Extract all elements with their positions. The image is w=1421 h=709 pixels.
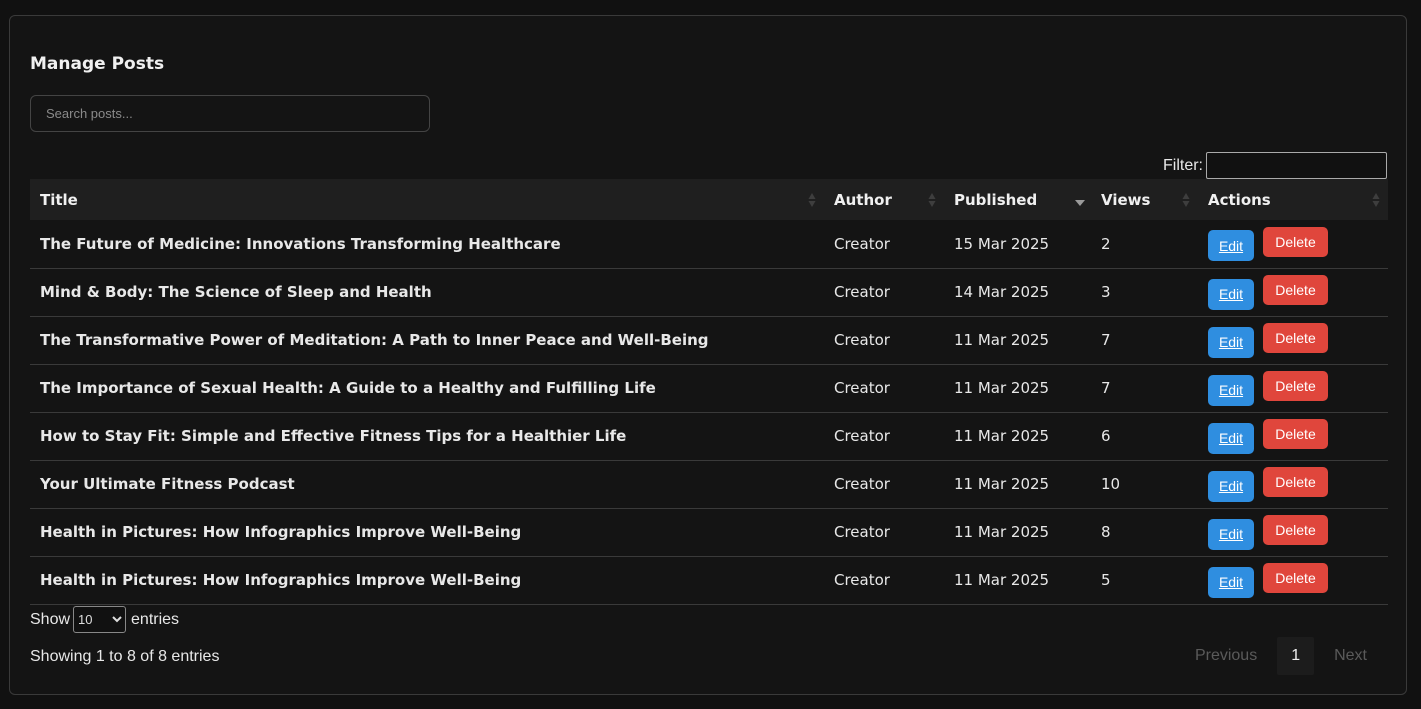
page-1-button[interactable]: 1 <box>1277 637 1315 675</box>
column-header-label: Author <box>834 190 892 209</box>
post-views: 10 <box>1101 475 1121 493</box>
column-header-author[interactable]: Author <box>824 179 944 220</box>
post-author: Creator <box>834 234 890 253</box>
show-label: Show <box>30 610 71 628</box>
entries-label: entries <box>131 610 180 628</box>
post-actions: Edit Delete <box>1198 556 1388 604</box>
sort-desc-icon <box>1075 192 1085 208</box>
post-actions: Edit Delete <box>1198 508 1388 556</box>
table-row: The Future of Medicine: Innovations Tran… <box>30 220 1388 268</box>
post-views: 5 <box>1101 571 1111 589</box>
post-actions: Edit Delete <box>1198 364 1388 412</box>
post-published: 11 Mar 2025 <box>954 427 1050 445</box>
column-header-actions[interactable]: Actions <box>1198 179 1388 220</box>
filter-label: Filter: <box>1163 156 1203 174</box>
delete-button[interactable]: Delete <box>1263 371 1328 401</box>
table-row: The Importance of Sexual Health: A Guide… <box>30 364 1388 412</box>
post-views: 2 <box>1101 234 1111 253</box>
post-published: 14 Mar 2025 <box>954 283 1050 301</box>
post-views: 8 <box>1101 523 1111 541</box>
filter-input[interactable] <box>1206 152 1387 179</box>
post-views: 7 <box>1101 379 1111 397</box>
post-title: Health in Pictures: How Infographics Imp… <box>40 523 522 541</box>
table-row: Mind & Body: The Science of Sleep and He… <box>30 268 1388 316</box>
table-header-row: Title Author Published Views Actions <box>30 179 1388 220</box>
post-published: 11 Mar 2025 <box>954 571 1050 589</box>
table-filter: Filter: <box>1163 152 1387 179</box>
delete-button[interactable]: Delete <box>1263 419 1328 449</box>
post-author: Creator <box>834 475 890 493</box>
sort-both-icon <box>1182 192 1190 208</box>
delete-button[interactable]: Delete <box>1263 467 1328 497</box>
next-page-button[interactable]: Next <box>1314 637 1387 675</box>
post-title: Your Ultimate Fitness Podcast <box>40 475 295 493</box>
post-title: Health in Pictures: How Infographics Imp… <box>40 571 522 589</box>
post-author: Creator <box>834 571 890 589</box>
delete-button[interactable]: Delete <box>1263 515 1328 545</box>
post-author: Creator <box>834 331 890 349</box>
post-views: 3 <box>1101 283 1111 301</box>
table-row: Health in Pictures: How Infographics Imp… <box>30 556 1388 604</box>
post-title: How to Stay Fit: Simple and Effective Fi… <box>40 427 627 445</box>
column-header-title[interactable]: Title <box>30 179 824 220</box>
post-title: Mind & Body: The Science of Sleep and He… <box>40 283 432 301</box>
post-author: Creator <box>834 379 890 397</box>
posts-table: Title Author Published Views Actions The… <box>30 179 1388 605</box>
edit-button[interactable]: Edit <box>1208 470 1254 502</box>
table-info: Showing 1 to 8 of 8 entries <box>30 648 220 665</box>
post-title: The Future of Medicine: Innovations Tran… <box>40 234 561 253</box>
manage-posts-panel: Manage Posts Filter: Title Author <box>9 15 1407 695</box>
pagination: Previous 1 Next <box>1175 637 1387 675</box>
post-title: The Importance of Sexual Health: A Guide… <box>40 379 656 397</box>
post-views: 7 <box>1101 331 1111 349</box>
sort-both-icon <box>928 192 936 208</box>
column-header-label: Views <box>1101 190 1151 209</box>
previous-page-button[interactable]: Previous <box>1175 637 1277 675</box>
column-header-label: Published <box>954 190 1038 209</box>
table-row: The Transformative Power of Meditation: … <box>30 316 1388 364</box>
delete-button[interactable]: Delete <box>1263 275 1328 305</box>
search-input[interactable] <box>30 95 430 132</box>
delete-button[interactable]: Delete <box>1263 226 1328 257</box>
post-actions: Edit Delete <box>1198 412 1388 460</box>
edit-button[interactable]: Edit <box>1208 326 1254 358</box>
post-published: 11 Mar 2025 <box>954 331 1050 349</box>
delete-button[interactable]: Delete <box>1263 323 1328 353</box>
post-actions: Edit Delete <box>1198 220 1388 268</box>
edit-button[interactable]: Edit <box>1208 374 1254 406</box>
edit-button[interactable]: Edit <box>1208 422 1254 454</box>
post-actions: Edit Delete <box>1198 460 1388 508</box>
edit-button[interactable]: Edit <box>1208 566 1254 598</box>
post-author: Creator <box>834 283 890 301</box>
post-author: Creator <box>834 427 890 445</box>
table-row: Health in Pictures: How Infographics Imp… <box>30 508 1388 556</box>
post-published: 11 Mar 2025 <box>954 379 1050 397</box>
post-title: The Transformative Power of Meditation: … <box>40 331 709 349</box>
delete-button[interactable]: Delete <box>1263 563 1328 593</box>
column-header-published[interactable]: Published <box>944 179 1091 220</box>
column-header-views[interactable]: Views <box>1091 179 1198 220</box>
edit-button[interactable]: Edit <box>1208 230 1254 262</box>
column-header-label: Actions <box>1208 190 1271 209</box>
post-published: 15 Mar 2025 <box>954 234 1050 253</box>
entries-length-control: Show 10 entries <box>30 606 179 633</box>
sort-both-icon <box>808 192 816 208</box>
post-published: 11 Mar 2025 <box>954 475 1050 493</box>
post-actions: Edit Delete <box>1198 268 1388 316</box>
edit-button[interactable]: Edit <box>1208 518 1254 550</box>
post-published: 11 Mar 2025 <box>954 523 1050 541</box>
page-title: Manage Posts <box>30 54 165 74</box>
post-views: 6 <box>1101 427 1111 445</box>
column-header-label: Title <box>40 190 78 209</box>
post-author: Creator <box>834 523 890 541</box>
sort-both-icon <box>1372 192 1380 208</box>
entries-per-page-select[interactable]: 10 <box>73 606 127 633</box>
post-actions: Edit Delete <box>1198 316 1388 364</box>
table-row: Your Ultimate Fitness Podcast Creator 11… <box>30 460 1388 508</box>
table-row: How to Stay Fit: Simple and Effective Fi… <box>30 412 1388 460</box>
edit-button[interactable]: Edit <box>1208 278 1254 310</box>
